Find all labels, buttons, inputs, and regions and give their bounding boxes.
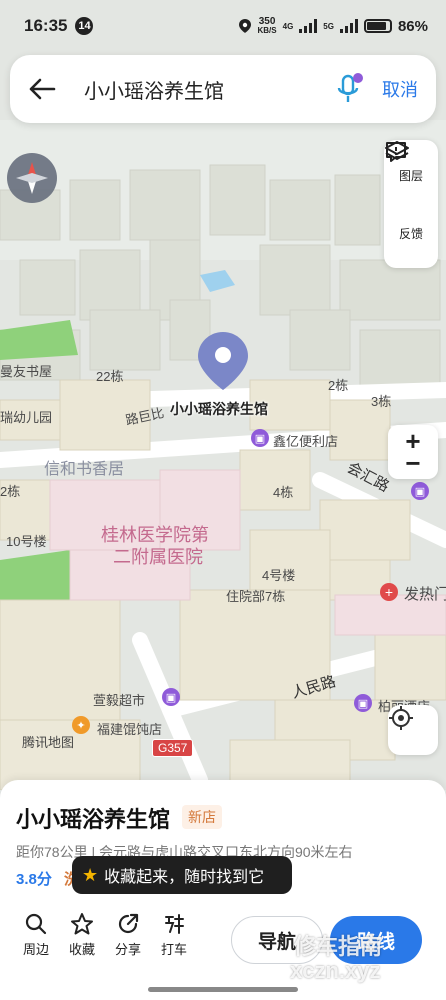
map-label: 瑞幼儿园: [0, 410, 53, 425]
map-label: 4号楼: [262, 568, 296, 583]
map-side-panel: 图层 反馈: [384, 140, 438, 268]
net-speed-value: 350: [258, 16, 276, 27]
layers-button[interactable]: 图层: [385, 141, 423, 184]
voice-search-button[interactable]: [334, 72, 364, 106]
poi-label[interactable]: 发热门: [404, 583, 446, 604]
hotel-icon: ▣: [411, 482, 429, 500]
map-label: 22栋: [96, 369, 124, 384]
place-title: 小小瑶浴养生馆: [16, 807, 171, 832]
back-arrow-icon: [29, 78, 56, 100]
pin-label: 小小瑶浴养生馆: [170, 401, 268, 417]
map-label: 2栋: [328, 378, 349, 393]
map-label: 信和书香居: [44, 461, 125, 478]
taxi-icon: [165, 914, 184, 934]
feedback-label: 反馈: [398, 226, 423, 241]
notification-badge: 14: [75, 17, 94, 35]
search-input[interactable]: 小小瑶浴养生馆: [84, 75, 224, 104]
highway-shield: G357: [152, 739, 194, 757]
nearby-button[interactable]: 周边: [22, 912, 50, 958]
locate-me-button[interactable]: [388, 705, 438, 755]
new-store-badge: 新店: [182, 805, 222, 829]
favorite-tooltip: ★ 收藏起来，随时找到它: [72, 856, 292, 894]
hospital-cross-icon: +: [380, 583, 398, 601]
travel-time: 3.8分: [16, 871, 52, 888]
watermark: 修车指南 xczn.xyz: [290, 935, 382, 983]
signal-icon: [299, 19, 318, 33]
map-label: 3栋: [371, 394, 392, 409]
search-bar: 小小瑶浴养生馆 取消: [10, 55, 436, 123]
net-speed-unit: KB/S: [257, 26, 277, 35]
signal-type-5g: 5G: [323, 21, 334, 31]
signal-icon: [339, 19, 358, 33]
favorite-label: 收藏: [68, 942, 95, 957]
location-pin-icon[interactable]: [196, 330, 250, 392]
compass-icon[interactable]: [7, 153, 57, 203]
star-icon: ★: [82, 864, 99, 885]
map-label: 住院部7栋: [226, 589, 286, 604]
star-outline-icon: [71, 913, 93, 935]
map-label: 2栋: [0, 484, 21, 499]
microphone-icon: [337, 73, 363, 102]
map-label: 4栋: [273, 485, 294, 500]
store-icon: ▣: [251, 429, 269, 447]
feedback-button[interactable]: 反馈: [386, 142, 423, 242]
watermark-line1: 修车指南: [294, 934, 383, 959]
share-button[interactable]: 分享: [114, 912, 142, 958]
restaurant-icon: ✦: [72, 716, 90, 734]
action-row: 周边 收藏 分享 打车: [22, 912, 188, 958]
taxi-label: 打车: [160, 942, 187, 957]
poi-label[interactable]: 福建馄饨店: [97, 719, 162, 738]
status-bar: 16:35 14 350 KB/S 4G 5G 86%: [0, 0, 446, 52]
status-time: 16:35: [24, 16, 68, 35]
crosshair-icon: [389, 706, 413, 730]
feedback-icon: [386, 142, 406, 162]
zoom-control: + −: [388, 425, 438, 479]
taxi-button[interactable]: 打车: [160, 912, 188, 958]
share-label: 分享: [114, 942, 141, 957]
map-label: 10号楼: [6, 534, 47, 549]
poi-label[interactable]: 鑫亿便利店: [273, 431, 338, 450]
back-button[interactable]: [28, 74, 58, 104]
watermark-line2: xczn.xyz: [290, 958, 381, 983]
location-icon: [238, 19, 251, 33]
tencent-map-logo: 腾讯地图: [22, 735, 75, 750]
favorite-button[interactable]: 收藏: [68, 912, 96, 958]
zoom-out-button[interactable]: −: [405, 450, 420, 476]
layers-label: 图层: [398, 168, 423, 183]
share-icon: [118, 913, 139, 934]
tooltip-text: 收藏起来，随时找到它: [104, 869, 265, 886]
hotel-icon: ▣: [354, 694, 372, 712]
battery-icon: [363, 19, 392, 33]
signal-type-4g: 4G: [282, 21, 294, 31]
home-indicator[interactable]: [148, 987, 298, 992]
cancel-button[interactable]: 取消: [382, 76, 418, 102]
battery-percent: 86%: [397, 17, 428, 35]
net-speed: 350 KB/S: [257, 16, 277, 36]
nearby-label: 周边: [22, 942, 49, 957]
map-label-hospital: 二附属医院: [113, 547, 203, 567]
poi-label[interactable]: 萱毅超市: [93, 690, 145, 709]
map-label: 曼友书屋: [0, 364, 53, 379]
market-icon: ▣: [162, 688, 180, 706]
search-icon: [25, 913, 47, 935]
